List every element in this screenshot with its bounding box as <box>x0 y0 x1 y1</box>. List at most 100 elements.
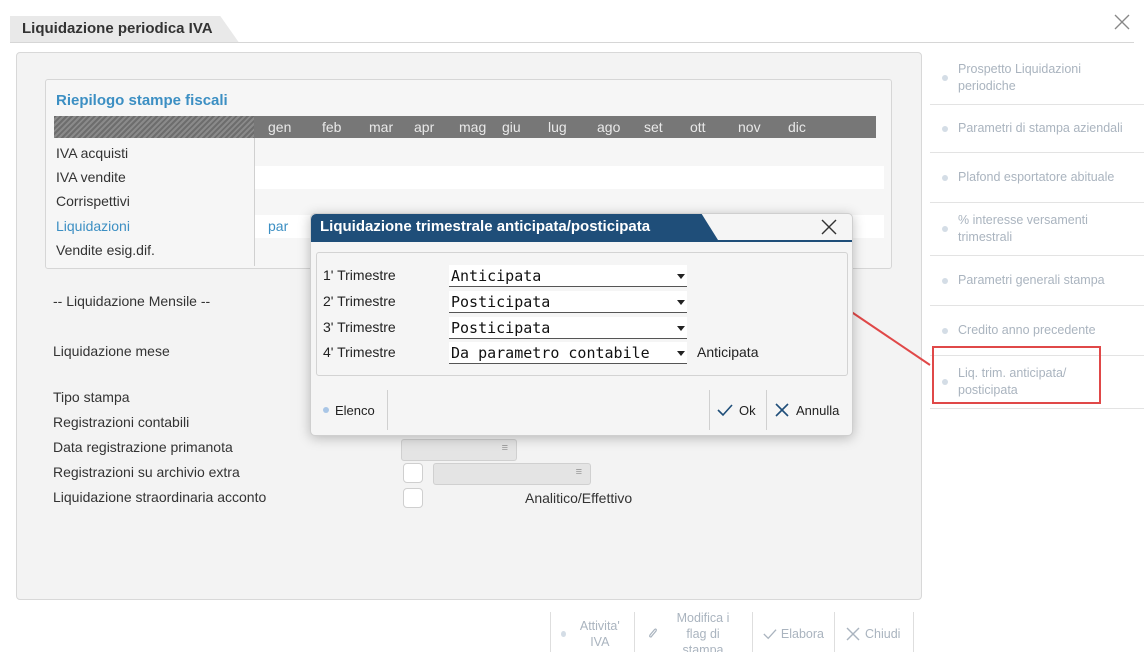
month-gen: gen <box>268 119 292 135</box>
bullet-icon <box>561 631 566 637</box>
riepilogo-title: Riepilogo stampe fiscali <box>56 92 228 109</box>
month-mag: mag <box>459 119 487 135</box>
trimestre-4-select[interactable]: Da parametro contabile <box>449 342 687 364</box>
ok-label: Ok <box>739 402 756 418</box>
title-divider <box>10 42 1134 43</box>
data-registrazione-label: Data registrazione primanota <box>53 439 233 455</box>
row-liquidazioni[interactable]: Liquidazioni <box>56 218 130 234</box>
month-mar: mar <box>369 119 394 135</box>
trimestre-3-select[interactable]: Posticipata <box>449 317 687 339</box>
check-icon <box>717 404 733 417</box>
row-iva-acquisti: IVA acquisti <box>56 145 129 161</box>
elabora-button[interactable]: Elabora <box>752 612 834 652</box>
chiudi-label: Chiudi <box>865 627 901 641</box>
bullet-icon <box>323 407 329 413</box>
highlight-annotation <box>932 346 1101 404</box>
sidebar-item-plafond[interactable]: Plafond esportatore abituale <box>930 153 1144 203</box>
liquidazioni-gen-value[interactable]: par <box>268 218 288 234</box>
trimestre-4-extra: Anticipata <box>697 344 759 360</box>
trimestre-4-label: 4' Trimestre <box>323 344 396 360</box>
month-feb: feb <box>322 119 342 135</box>
month-lug: lug <box>548 119 567 135</box>
analitico-effettivo-text: Analitico/Effettivo <box>525 490 633 506</box>
month-set: set <box>644 119 663 135</box>
mensile-heading: -- Liquidazione Mensile -- <box>53 293 211 309</box>
month-header: gen feb mar apr mag giu lug ago set ott … <box>54 116 876 138</box>
sidebar-item-parametri-stampa[interactable]: Parametri di stampa aziendali <box>930 105 1144 153</box>
sidebar-item-label: Parametri generali stampa <box>958 273 1105 287</box>
row-vendite-esig: Vendite esig.dif. <box>56 242 155 258</box>
data-registrazione-field[interactable]: ≡ <box>401 439 517 461</box>
trimestre-2-label: 2' Trimestre <box>323 293 396 309</box>
trimestre-1-select[interactable]: Anticipata <box>449 265 687 287</box>
month-ott: ott <box>690 119 706 135</box>
archivio-extra-checkbox[interactable] <box>403 463 423 483</box>
dialog-title: Liquidazione trimestrale anticipata/post… <box>311 214 718 240</box>
liquidazione-mese-label: Liquidazione mese <box>53 343 170 359</box>
ok-button[interactable]: Ok <box>717 392 756 428</box>
dropdown-arrow-icon <box>677 274 685 279</box>
paperclip-icon <box>649 628 657 638</box>
annulla-button[interactable]: Annulla <box>774 392 839 428</box>
sidebar-item-parametri-generali[interactable]: Parametri generali stampa <box>930 256 1144 306</box>
tipo-stampa-label: Tipo stampa <box>53 389 130 405</box>
elenco-label: Elenco <box>335 402 375 418</box>
select-value: Da parametro contabile <box>451 344 650 362</box>
elenco-button[interactable]: Elenco <box>323 392 375 428</box>
modifica-flag-button[interactable]: Modifica i flag di stampa <box>634 611 752 652</box>
elabora-label: Elabora <box>780 627 824 641</box>
trimestre-2-select[interactable]: Posticipata <box>449 291 687 313</box>
registrazioni-contabili-label: Registrazioni contabili <box>53 414 190 430</box>
attivita-iva-button[interactable]: Attivita' IVA <box>550 612 634 652</box>
sidebar-item-prospetto[interactable]: Prospetto Liquidazioni periodiche <box>930 52 1144 105</box>
bullet-icon <box>942 174 948 181</box>
footer-divider <box>709 390 710 430</box>
month-giu: giu <box>502 119 521 135</box>
sidebar-item-label: % interesse versamenti trimestrali <box>958 213 1088 244</box>
trimestre-3-label: 3' Trimestre <box>323 319 396 335</box>
chiudi-button[interactable]: Chiudi <box>834 612 914 652</box>
field-menu-icon: ≡ <box>575 466 582 478</box>
close-icon[interactable] <box>820 218 838 236</box>
dropdown-arrow-icon <box>677 351 685 356</box>
select-value: Anticipata <box>451 267 542 285</box>
dialog-title-underline <box>311 240 852 242</box>
window-title: Liquidazione periodica IVA <box>10 16 239 42</box>
archivio-extra-label: Registrazioni su archivio extra <box>53 464 240 480</box>
row-iva-vendite: IVA vendite <box>56 169 126 185</box>
sidebar-item-label: Plafond esportatore abituale <box>958 170 1115 184</box>
month-ago: ago <box>597 119 621 135</box>
sidebar-item-label: Credito anno precedente <box>958 323 1096 337</box>
bullet-icon <box>942 125 948 132</box>
select-value: Posticipata <box>451 319 551 337</box>
footer-divider <box>387 390 388 430</box>
month-dic: dic <box>788 119 806 135</box>
check-icon <box>763 629 777 640</box>
sidebar-item-label: Prospetto Liquidazioni periodiche <box>958 62 1081 93</box>
month-apr: apr <box>414 119 435 135</box>
attivita-iva-label: Attivita' IVA <box>579 619 620 649</box>
modifica-flag-label: Modifica i flag di stampa <box>676 611 730 652</box>
bottom-toolbar: Attivita' IVA Modifica i flag di stampa … <box>550 611 914 652</box>
trimestre-1-label: 1' Trimestre <box>323 267 396 283</box>
straordinaria-acconto-label: Liquidazione straordinaria acconto <box>53 489 267 505</box>
bullet-icon <box>942 75 948 81</box>
trimestrale-dialog: Liquidazione trimestrale anticipata/post… <box>310 213 853 436</box>
field-menu-icon: ≡ <box>501 442 508 454</box>
select-value: Posticipata <box>451 293 551 311</box>
month-nov: nov <box>738 119 761 135</box>
close-icon <box>775 403 789 417</box>
row-corrispettivi: Corrispettivi <box>56 193 130 209</box>
annulla-label: Annulla <box>796 402 840 418</box>
dialog-body: 1' Trimestre Anticipata 2' Trimestre Pos… <box>316 252 848 376</box>
column-divider <box>254 138 255 266</box>
straordinaria-checkbox[interactable] <box>403 488 423 508</box>
bullet-icon <box>942 277 948 284</box>
bullet-icon <box>942 327 948 334</box>
archivio-extra-field[interactable]: ≡ <box>433 463 591 485</box>
bullet-icon <box>942 226 948 232</box>
sidebar-item-label: Parametri di stampa aziendali <box>958 121 1123 135</box>
dropdown-arrow-icon <box>677 300 685 305</box>
sidebar-item-interesse[interactable]: % interesse versamenti trimestrali <box>930 203 1144 256</box>
close-icon[interactable] <box>1112 12 1132 32</box>
